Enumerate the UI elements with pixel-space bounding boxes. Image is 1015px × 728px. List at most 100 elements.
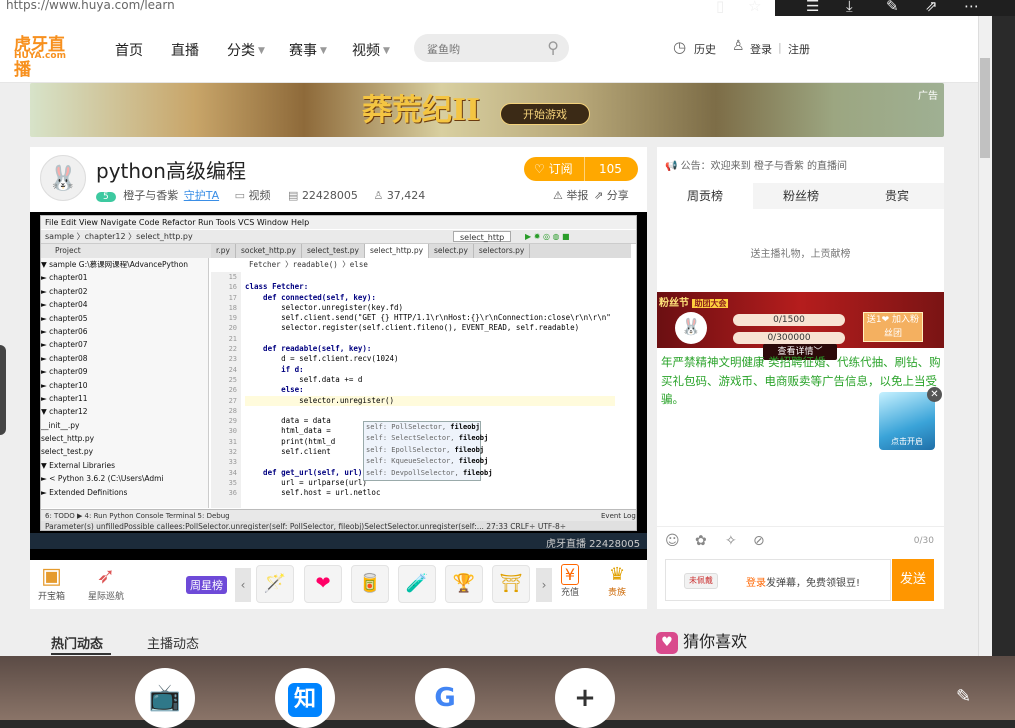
line-number: 16: [228, 283, 237, 292]
code-line: def readable(self, key):: [245, 344, 372, 354]
tab-weekly-contribution[interactable]: 周贡榜: [657, 183, 753, 209]
pen-icon[interactable]: ✎: [886, 0, 899, 14]
palette-icon[interactable]: ✿: [695, 533, 707, 549]
video-player[interactable]: File Edit View Navigate Code Refactor Ru…: [30, 212, 647, 560]
editor-tabs: r.py socket_http.py select_test.py select_h…: [211, 244, 631, 258]
line-numbers: 15 16 17 18 19 20 21 22 23 24 25 26 27 28 29 30 31 32 33 34…: [211, 272, 241, 508]
subscribe-button[interactable]: ♡ 订阅 105: [524, 157, 638, 181]
gift-bar: ▣ 开宝箱 ➶ 星际巡航 周星榜 ‹ 🪄 ❤ 🥫 🧪 🏆 ⛩ › ¥ 充值 ♛ …: [30, 560, 647, 609]
run-icon: ▶ ✹ ◎ ◍ ■: [525, 232, 570, 241]
nav-events[interactable]: 赛事 ▼: [289, 40, 327, 60]
ide-video-frame: File Edit View Navigate Code Refactor Ru…: [40, 215, 637, 531]
zhihu-shortcut[interactable]: 知: [275, 668, 335, 728]
tab-hot-news[interactable]: 热门动态: [51, 633, 103, 652]
tree-item: ▼ chapter12: [41, 407, 88, 417]
clock-icon: ◷: [673, 38, 687, 56]
code-line: selector.unregister(key.fd): [245, 302, 404, 312]
more-icon[interactable]: ⋯: [964, 0, 979, 14]
gift-next-arrow[interactable]: ›: [536, 568, 552, 602]
gold-gift[interactable]: ⛩: [492, 565, 530, 603]
code-breadcrumb: Fetcher 〉readable() 〉else: [249, 260, 368, 269]
snack-gift[interactable]: 🥫: [351, 565, 389, 603]
egg-event[interactable]: 点击开启: [879, 392, 935, 450]
code-line: def connected(self, key):: [245, 292, 376, 302]
game-ad-banner[interactable]: 莽荒纪II 开始游戏 广告: [30, 83, 944, 137]
line-number: 15: [228, 273, 237, 281]
puzzle-icon[interactable]: ✧: [725, 533, 737, 549]
code-line: self.client.send("GET {} HTTP/1.1\r\nHos…: [245, 313, 611, 323]
line-number: 22: [228, 345, 237, 354]
emoji-icon[interactable]: ☺: [665, 533, 680, 549]
noble-button[interactable]: ♛ 贵族: [608, 564, 626, 598]
guard-link[interactable]: 守护TA: [184, 189, 219, 202]
danmaku-icon[interactable]: ⊘: [753, 533, 765, 549]
chat-login-link[interactable]: 登录: [746, 578, 766, 589]
reading-view-icon[interactable]: ▯: [716, 0, 724, 14]
glowstick-gift[interactable]: 🪄: [256, 565, 294, 603]
project-header: Project: [41, 244, 211, 258]
video-watermark: 虎牙直播 22428005: [546, 539, 641, 550]
favorite-star-icon[interactable]: ☆: [748, 0, 761, 14]
bilibili-icon[interactable]: 📺: [135, 668, 195, 728]
send-button[interactable]: 发送: [892, 559, 934, 601]
nav-category[interactable]: 分类 ▼: [227, 40, 265, 60]
alert-icon: ⚠: [553, 189, 563, 202]
recharge-button[interactable]: ¥ 充值: [561, 564, 580, 598]
crown-icon: ♛: [608, 564, 626, 585]
nav-home[interactable]: 首页: [115, 40, 143, 60]
tree-item: ► chapter08: [41, 353, 88, 363]
treasure-box[interactable]: ▣ 开宝箱: [38, 564, 65, 602]
favorites-list-icon[interactable]: ☰: [806, 0, 819, 14]
history-link[interactable]: 历史: [694, 41, 716, 57]
close-icon[interactable]: ✕: [927, 387, 942, 402]
search-input[interactable]: 鲨鱼哟 ⚲: [414, 34, 569, 62]
popup-row: self: EpollSelector, fileobj: [366, 445, 485, 454]
line-number: 25: [228, 375, 237, 384]
scrollbar-thumb[interactable]: [980, 58, 990, 158]
add-shortcut-button[interactable]: +: [555, 668, 615, 728]
line-number: 28: [228, 406, 237, 415]
line-number: 23: [228, 355, 237, 364]
nav-live[interactable]: 直播: [171, 40, 199, 60]
host-name[interactable]: 橙子与香紫: [123, 189, 178, 202]
tab-vip[interactable]: 贵宾: [849, 183, 945, 209]
join-fan-club-button[interactable]: 送1❤ 加入粉丝团: [863, 312, 923, 342]
badge-status[interactable]: 未佩戴: [684, 573, 718, 589]
fan-festival-banner[interactable]: 粉丝节 助团大会 🐰 0/1500 0/300000 送1❤ 加入粉丝团: [657, 292, 944, 348]
project-tree: ▼ sample G:\慕课网课程\AdvancePython ► chapte…: [41, 258, 209, 508]
week-star-badge[interactable]: 周星榜: [186, 576, 227, 594]
gift-prev-arrow[interactable]: ‹: [235, 568, 251, 602]
search-icon[interactable]: ⚲: [547, 38, 559, 57]
share-icon[interactable]: ⇗: [925, 0, 938, 14]
side-handle[interactable]: [0, 345, 6, 435]
category-label[interactable]: 视频: [249, 189, 271, 202]
editor-tab: r.py: [211, 244, 236, 258]
tab-host-news[interactable]: 主播动态: [147, 633, 199, 652]
download-icon[interactable]: ⤓: [846, 0, 853, 14]
register-link[interactable]: 注册: [788, 41, 810, 57]
star-cruise[interactable]: ➶ 星际巡航: [88, 564, 124, 602]
chat-input[interactable]: 未佩戴 登录发弹幕，免费领银豆!: [665, 559, 891, 601]
bottle-gift[interactable]: 🧪: [398, 565, 436, 603]
heart-gift[interactable]: ❤: [304, 565, 342, 603]
share-button[interactable]: ⇗ 分享: [594, 187, 629, 203]
report-button[interactable]: ⚠ 举报: [553, 187, 588, 203]
google-icon[interactable]: G: [415, 668, 475, 728]
run-config: select_http: [453, 231, 512, 242]
huya-logo[interactable]: 虎牙直播 HUYA.com: [0, 30, 80, 80]
tab-fan-rank[interactable]: 粉丝榜: [753, 183, 849, 209]
tree-item: ▼ External Libraries: [41, 460, 116, 470]
nav-video[interactable]: 视频 ▼: [352, 40, 390, 60]
avatar[interactable]: 🐰: [40, 155, 86, 201]
viewer-count: 37,424: [386, 189, 426, 202]
room-id: 22428005: [301, 189, 358, 202]
address-bar[interactable]: https://www.huya.com/learn: [0, 0, 775, 16]
edit-icon[interactable]: ✎: [956, 686, 971, 707]
login-link[interactable]: 登录: [750, 41, 772, 57]
tree-item: ► chapter01: [41, 273, 88, 283]
trophy-gift[interactable]: 🏆: [445, 565, 483, 603]
tree-item: ► chapter07: [41, 340, 88, 350]
level-badge: 5: [96, 192, 116, 202]
start-game-button[interactable]: 开始游戏: [500, 103, 590, 125]
